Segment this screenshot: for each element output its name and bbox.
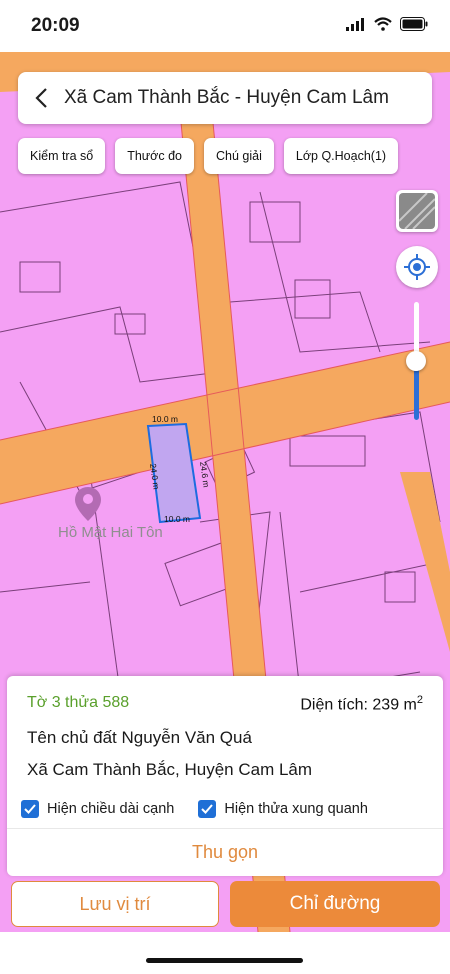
satellite-layer-icon (399, 193, 435, 229)
ruler-button[interactable]: Thước đo (115, 138, 194, 174)
show-edge-length-checkbox[interactable]: Hiện chiều dài cạnh (21, 800, 174, 818)
locate-button[interactable] (396, 246, 438, 288)
page-title: Xã Cam Thành Bắc - Huyện Cam Lâm (64, 87, 389, 108)
legend-button[interactable]: Chú giải (204, 138, 274, 174)
home-indicator (146, 958, 303, 963)
collapse-button[interactable]: Thu gọn (7, 842, 443, 863)
status-time: 20:09 (31, 15, 80, 36)
parcel-address: Xã Cam Thành Bắc, Huyện Cam Lâm (27, 760, 313, 779)
check-book-button[interactable]: Kiểm tra sổ (18, 138, 106, 174)
owner-name: Tên chủ đất Nguyễn Văn Quá (27, 728, 252, 747)
zoom-slider[interactable] (406, 302, 426, 420)
display-options: Hiện chiều dài cạnh Hiện thửa xung quanh (21, 800, 368, 818)
parcel-area: Diện tích: 239 m2 (300, 694, 423, 714)
dim-right: 24.6 m (198, 461, 212, 488)
save-location-button[interactable]: Lưu vị trí (11, 881, 219, 927)
directions-button[interactable]: Chỉ đường (230, 881, 440, 927)
poi-label: Hồ Mật Hai Tôn (58, 524, 163, 541)
planning-layer-button[interactable]: Lớp Q.Hoạch(1) (283, 138, 399, 174)
toolbar-chips: Kiểm tra sổ Thước đo Chú giải Lớp Q.Hoạc… (18, 138, 399, 174)
checkbox-checked-icon (198, 800, 217, 818)
crosshair-icon (404, 254, 430, 280)
header-bar: Xã Cam Thành Bắc - Huyện Cam Lâm (18, 72, 432, 124)
signal-icon (346, 17, 364, 31)
show-neighbors-checkbox[interactable]: Hiện thửa xung quanh (198, 800, 368, 818)
chevron-left-icon (35, 88, 47, 108)
checkbox-checked-icon (21, 800, 39, 818)
battery-icon (400, 17, 428, 31)
back-button[interactable] (18, 72, 64, 124)
status-bar: 20:09 (0, 0, 450, 52)
wifi-icon (374, 17, 392, 31)
divider (7, 828, 443, 829)
parcel-info-panel: Tờ 3 thửa 588 Diện tích: 239 m2 Tên chủ … (7, 676, 443, 876)
parcel-summary-row: Tờ 3 thửa 588 Diện tích: 239 m2 (27, 694, 423, 714)
show-neighbors-label: Hiện thửa xung quanh (224, 801, 368, 817)
dim-top: 10.0 m (152, 414, 178, 424)
status-icons (346, 17, 428, 31)
parcel-id: Tờ 3 thửa 588 (27, 694, 130, 711)
map-layer-button[interactable] (396, 190, 438, 232)
zoom-slider-thumb[interactable] (406, 351, 426, 371)
dim-bottom: 10.0 m (164, 514, 190, 524)
location-pin-icon[interactable] (74, 486, 102, 522)
show-edge-length-label: Hiện chiều dài cạnh (47, 801, 175, 817)
